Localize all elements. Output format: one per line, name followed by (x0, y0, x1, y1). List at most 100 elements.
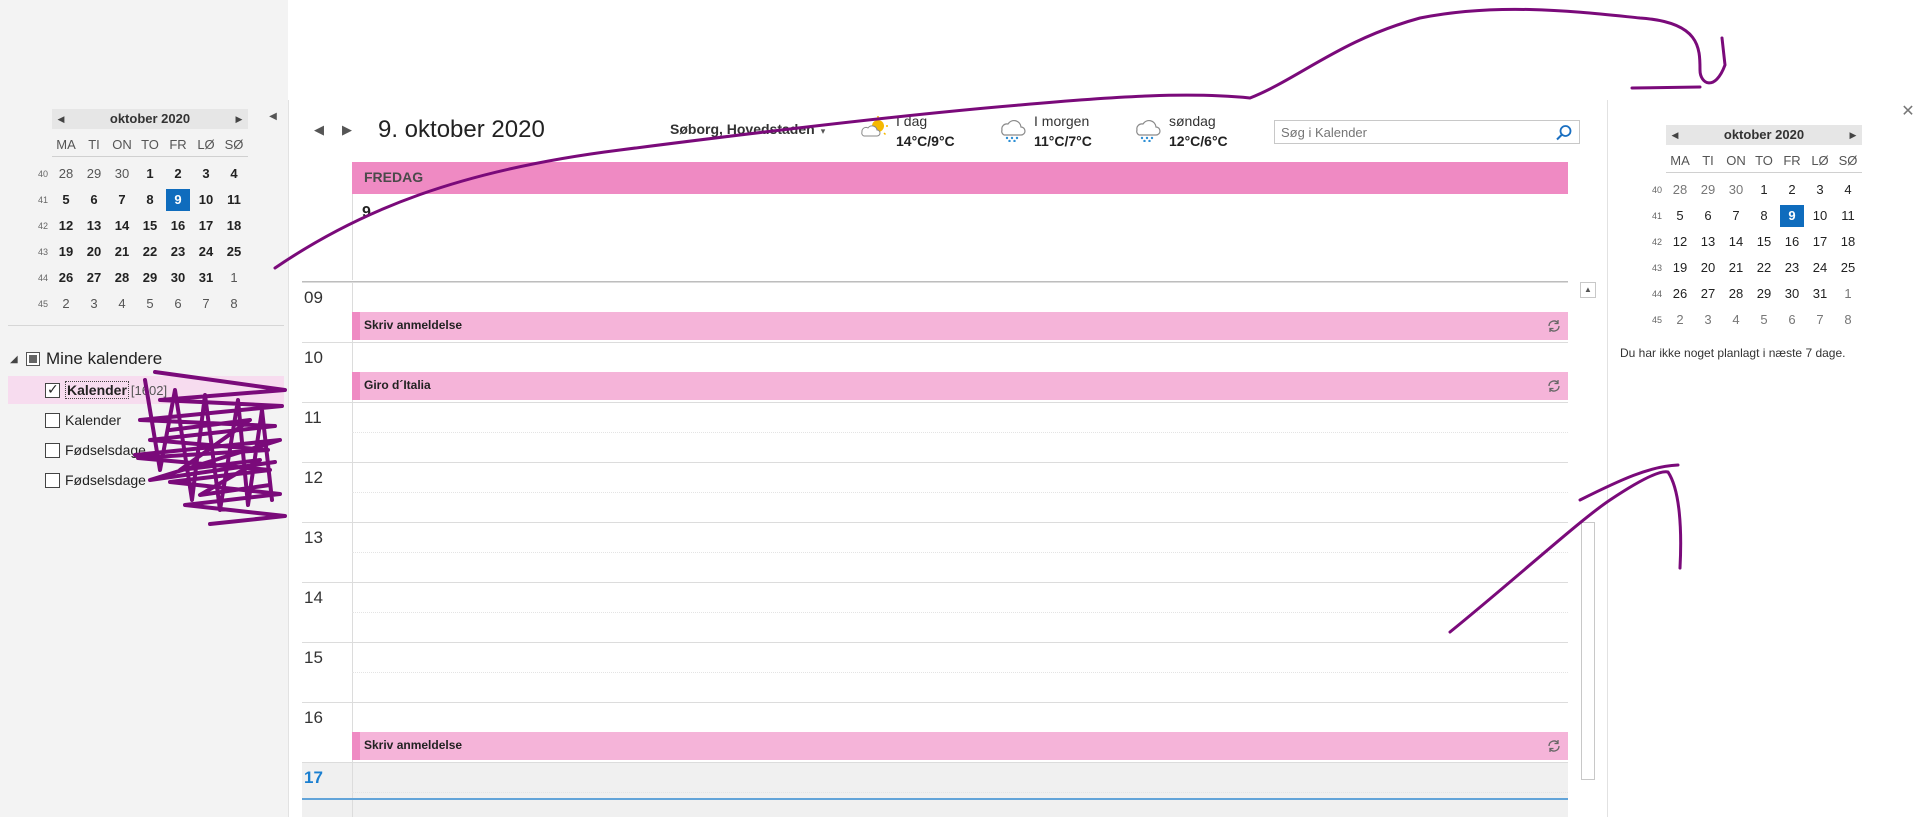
mini-calendar-day[interactable]: 30 (1724, 179, 1748, 201)
mini-calendar-day[interactable]: 16 (1780, 231, 1804, 253)
prev-month-arrow-icon[interactable]: ◀ (52, 109, 70, 129)
next-month-arrow-icon[interactable]: ▶ (1844, 125, 1862, 145)
vertical-scrollbar[interactable]: ▲ (1580, 282, 1596, 782)
mini-calendar-day[interactable]: 2 (1668, 309, 1692, 331)
mini-calendar-day[interactable]: 8 (138, 189, 162, 211)
mini-calendar-day[interactable]: 8 (1752, 205, 1776, 227)
mini-calendar-day[interactable]: 6 (82, 189, 106, 211)
mini-calendar-day[interactable]: 5 (138, 293, 162, 315)
mini-calendar-day[interactable]: 21 (110, 241, 134, 263)
mini-calendar-day[interactable]: 29 (1696, 179, 1720, 201)
calendar-checkbox[interactable] (45, 412, 60, 428)
mini-calendar-day[interactable]: 7 (194, 293, 218, 315)
hour-slot[interactable]: 17 (302, 762, 1568, 817)
collapse-pane-icon[interactable]: ◀ (266, 110, 280, 124)
hour-slot[interactable]: 15 (302, 642, 1568, 702)
mini-calendar-day[interactable]: 28 (110, 267, 134, 289)
mini-calendar-day[interactable]: 3 (1696, 309, 1720, 331)
next-day-icon[interactable]: ▶ (340, 120, 354, 140)
mini-calendar-day[interactable]: 25 (1836, 257, 1860, 279)
mini-calendar-day[interactable]: 23 (1780, 257, 1804, 279)
mini-calendar-day[interactable]: 15 (138, 215, 162, 237)
expand-triangle-icon[interactable]: ◢ (10, 354, 26, 365)
mini-calendar-day[interactable]: 2 (1780, 179, 1804, 201)
my-calendars-group[interactable]: ◢ Mine kalendere (10, 346, 162, 372)
mini-calendar-day[interactable]: 1 (138, 163, 162, 185)
mini-calendar-day[interactable]: 24 (1808, 257, 1832, 279)
calendar-list-item[interactable]: Kalender[1602] (8, 376, 284, 404)
mini-calendar-day[interactable]: 29 (82, 163, 106, 185)
calendar-event[interactable]: Giro d´Italia (352, 372, 1568, 400)
mini-calendar-day[interactable]: 4 (222, 163, 246, 185)
hour-slot[interactable]: 14 (302, 582, 1568, 642)
mini-calendar-day[interactable]: 6 (166, 293, 190, 315)
mini-calendar-day[interactable]: 21 (1724, 257, 1748, 279)
mini-calendar-day[interactable]: 16 (166, 215, 190, 237)
mini-calendar-day[interactable]: 22 (138, 241, 162, 263)
mini-calendar-day[interactable]: 29 (138, 267, 162, 289)
mini-calendar-day[interactable]: 3 (1808, 179, 1832, 201)
mini-calendar-day[interactable]: 11 (222, 189, 246, 211)
mini-calendar-day[interactable]: 30 (110, 163, 134, 185)
close-icon[interactable]: ✕ (1900, 104, 1916, 120)
mini-calendar-day[interactable]: 26 (54, 267, 78, 289)
calendar-checkbox[interactable] (45, 472, 60, 488)
mini-calendar-day[interactable]: 6 (1780, 309, 1804, 331)
search-box[interactable] (1274, 120, 1580, 144)
mini-calendar-day[interactable]: 18 (1836, 231, 1860, 253)
time-grid[interactable]: 09 10 11 12 13 14 15 16 17 (302, 282, 1568, 817)
mini-calendar-day[interactable]: 12 (54, 215, 78, 237)
mini-calendar-day[interactable]: 29 (1752, 283, 1776, 305)
mini-calendar-day[interactable]: 14 (110, 215, 134, 237)
search-input[interactable] (1281, 123, 1551, 141)
mini-calendar-day[interactable]: 5 (54, 189, 78, 211)
hour-slot[interactable]: 11 (302, 402, 1568, 462)
hour-slot[interactable]: 12 (302, 462, 1568, 522)
mini-calendar-day[interactable]: 30 (1780, 283, 1804, 305)
mini-calendar-day[interactable]: 28 (1724, 283, 1748, 305)
mini-calendar-day[interactable]: 12 (1668, 231, 1692, 253)
mini-calendar-day[interactable]: 6 (1696, 205, 1720, 227)
mini-calendar-day[interactable]: 13 (82, 215, 106, 237)
mini-calendar-day[interactable]: 10 (194, 189, 218, 211)
mini-calendar-day[interactable]: 7 (110, 189, 134, 211)
mini-calendar-day[interactable]: 15 (1752, 231, 1776, 253)
day-header[interactable]: FREDAG (352, 162, 1568, 194)
mini-calendar-day[interactable]: 3 (194, 163, 218, 185)
mini-calendar-day[interactable]: 18 (222, 215, 246, 237)
calendar-list-item[interactable]: Fødselsdage (8, 466, 284, 494)
mini-calendar-day[interactable]: 3 (82, 293, 106, 315)
mini-calendar-day[interactable]: 17 (194, 215, 218, 237)
mini-calendar-day[interactable]: 1 (1836, 283, 1860, 305)
mini-calendar-day[interactable]: 20 (1696, 257, 1720, 279)
mini-calendar-day[interactable]: 7 (1724, 205, 1748, 227)
mini-calendar-day[interactable]: 23 (166, 241, 190, 263)
mini-calendar-day[interactable]: 24 (194, 241, 218, 263)
mini-calendar-day[interactable]: 2 (166, 163, 190, 185)
mini-calendar-day[interactable]: 14 (1724, 231, 1748, 253)
mini-calendar-day[interactable]: 26 (1668, 283, 1692, 305)
mini-calendar-day[interactable]: 10 (1808, 205, 1832, 227)
mini-calendar-day[interactable]: 5 (1668, 205, 1692, 227)
calendar-checkbox[interactable] (45, 381, 60, 398)
mini-calendar-day[interactable]: 1 (1752, 179, 1776, 201)
previous-day-icon[interactable]: ◀ (312, 120, 326, 140)
calendar-event[interactable]: Skriv anmeldelse (352, 312, 1568, 340)
calendar-list-item[interactable]: Kalender (8, 406, 284, 434)
mini-calendar-day[interactable]: 25 (222, 241, 246, 263)
calendar-list-item[interactable]: Fødselsdage (8, 436, 284, 464)
calendar-event[interactable]: Skriv anmeldelse (352, 732, 1568, 760)
mini-calendar-day[interactable]: 13 (1696, 231, 1720, 253)
mini-calendar-day[interactable]: 8 (222, 293, 246, 315)
all-day-area[interactable] (352, 194, 1568, 280)
hour-slot[interactable]: 13 (302, 522, 1568, 582)
mini-calendar-day[interactable]: 19 (1668, 257, 1692, 279)
mini-calendar-day[interactable]: 17 (1808, 231, 1832, 253)
mini-calendar-day[interactable]: 31 (1808, 283, 1832, 305)
scroll-up-arrow-icon[interactable]: ▲ (1580, 282, 1596, 298)
mini-calendar-day[interactable]: 4 (1836, 179, 1860, 201)
mini-calendar-day[interactable]: 22 (1752, 257, 1776, 279)
mini-calendar-day[interactable]: 5 (1752, 309, 1776, 331)
next-month-arrow-icon[interactable]: ▶ (230, 109, 248, 129)
mini-calendar-day[interactable]: 28 (1668, 179, 1692, 201)
